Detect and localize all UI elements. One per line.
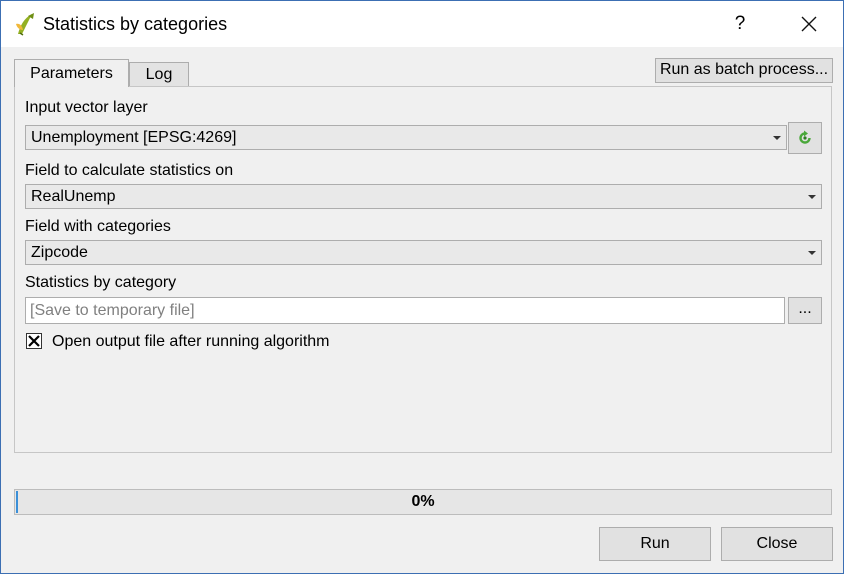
output-label: Statistics by category xyxy=(25,274,177,291)
title-bar: Statistics by categories ? xyxy=(1,1,843,47)
close-icon xyxy=(801,16,817,32)
qgis-logo-icon xyxy=(14,12,36,36)
stat-field-select[interactable]: RealUnemp xyxy=(25,184,822,209)
chevron-down-icon xyxy=(808,251,816,255)
check-x-icon xyxy=(28,335,40,347)
run-button[interactable]: Run xyxy=(599,527,711,561)
close-button[interactable]: Close xyxy=(721,527,833,561)
chevron-down-icon xyxy=(808,195,816,199)
chevron-down-icon xyxy=(773,136,781,140)
open-output-label: Open output file after running algorithm xyxy=(52,333,330,350)
category-field-label: Field with categories xyxy=(25,218,171,235)
category-field-value: Zipcode xyxy=(31,244,88,261)
input-layer-value: Unemployment [EPSG:4269] xyxy=(31,129,237,146)
parameters-panel: Input vector layer Unemployment [EPSG:42… xyxy=(14,86,832,453)
output-file-input[interactable]: [Save to temporary file] xyxy=(25,297,785,324)
input-layer-select[interactable]: Unemployment [EPSG:4269] xyxy=(25,125,787,150)
window-close-button[interactable] xyxy=(785,5,833,43)
tab-log[interactable]: Log xyxy=(129,62,189,87)
progress-bar: 0% xyxy=(14,489,832,515)
help-button[interactable]: ? xyxy=(718,5,762,43)
browse-output-button[interactable]: ... xyxy=(788,297,822,324)
dialog-window: Statistics by categories ? Parameters Lo… xyxy=(0,0,844,574)
refresh-icon xyxy=(799,130,811,144)
refresh-layer-button[interactable] xyxy=(788,122,822,154)
tab-parameters[interactable]: Parameters xyxy=(14,59,129,87)
run-batch-process-button[interactable]: Run as batch process... xyxy=(655,58,833,83)
window-title: Statistics by categories xyxy=(43,14,228,34)
category-field-select[interactable]: Zipcode xyxy=(25,240,822,265)
stat-field-value: RealUnemp xyxy=(31,188,116,205)
stat-field-label: Field to calculate statistics on xyxy=(25,162,234,179)
open-output-checkbox[interactable] xyxy=(26,333,42,349)
progress-text: 0% xyxy=(411,493,435,510)
input-layer-label: Input vector layer xyxy=(25,99,148,116)
